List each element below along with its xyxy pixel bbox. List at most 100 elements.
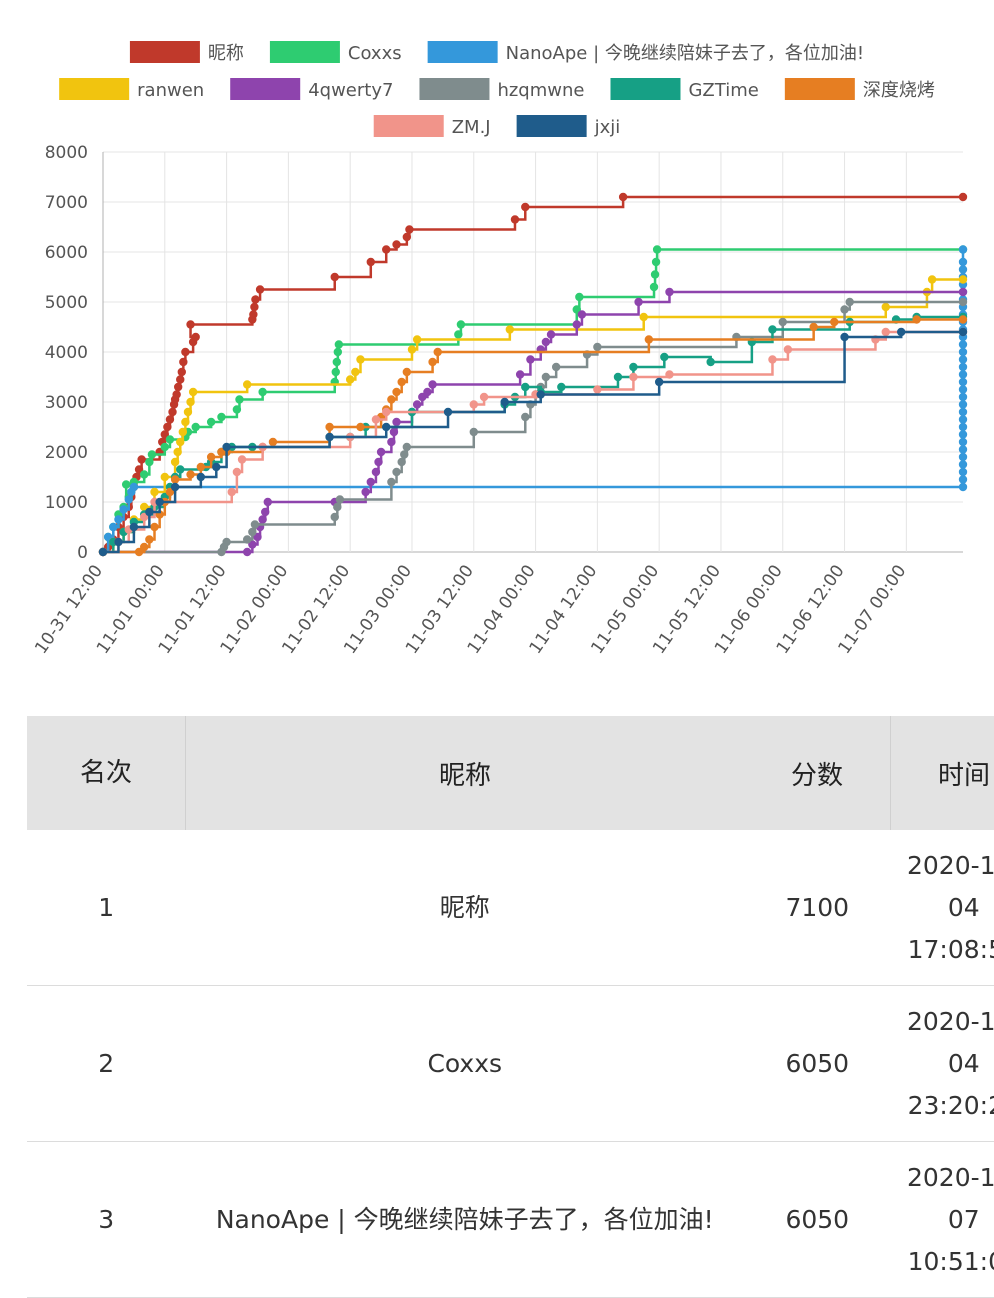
series-point <box>150 523 158 531</box>
series-point <box>228 488 236 496</box>
series-point <box>521 203 529 211</box>
series-point <box>846 298 854 306</box>
series-point <box>959 400 967 408</box>
series-point <box>629 363 637 371</box>
series-point <box>256 285 264 293</box>
rank-cell: 2 <box>27 986 186 1142</box>
series-point <box>959 468 967 476</box>
series-point <box>660 353 668 361</box>
series-point <box>959 430 967 438</box>
legend-label: GZTime <box>688 80 758 101</box>
series-point <box>161 443 169 451</box>
legend-label: NanoApe | 今晚继续陪妹子去了，各位加油! <box>506 43 864 64</box>
series-point <box>186 398 194 406</box>
series-point <box>261 508 269 516</box>
legend-label: 深度烧烤 <box>863 80 935 101</box>
series-point <box>614 373 622 381</box>
series-point <box>959 340 967 348</box>
series-point <box>526 355 534 363</box>
series-point <box>500 398 508 406</box>
series-point <box>145 508 153 516</box>
legend-swatch <box>270 41 340 63</box>
series-point <box>405 225 413 233</box>
series-point <box>480 393 488 401</box>
series-point <box>335 340 343 348</box>
series-point <box>166 415 174 423</box>
y-tick-label: 0 <box>77 543 88 563</box>
legend-label: jxji <box>594 117 621 138</box>
series-point <box>593 385 601 393</box>
series-point <box>176 465 184 473</box>
series-point <box>470 400 478 408</box>
series-point <box>652 258 660 266</box>
series-point <box>233 405 241 413</box>
series-point <box>537 390 545 398</box>
series-point <box>217 413 225 421</box>
series-point <box>382 408 390 416</box>
series-point <box>809 323 817 331</box>
series-point <box>830 318 838 326</box>
series-point <box>392 388 400 396</box>
series-point <box>511 215 519 223</box>
series-point <box>336 495 344 503</box>
series-point <box>882 328 890 336</box>
y-tick-label: 1000 <box>45 493 88 513</box>
score-cell: 6050 <box>744 1142 891 1298</box>
series-point <box>325 433 333 441</box>
series-point <box>356 423 364 431</box>
score-cell: 6050 <box>744 986 891 1142</box>
series-point <box>155 498 163 506</box>
series-point <box>397 458 405 466</box>
series-point <box>374 458 382 466</box>
series-point <box>959 475 967 483</box>
rank-cell: 1 <box>27 830 186 986</box>
series-point <box>235 395 243 403</box>
series-point <box>331 513 339 521</box>
series-point <box>130 523 138 531</box>
series-point <box>655 378 663 386</box>
series-line-5 <box>103 302 963 552</box>
series-point <box>413 400 421 408</box>
series-point <box>346 375 354 383</box>
header-score: 分数 <box>744 716 891 830</box>
series-point <box>454 330 462 338</box>
series-point <box>665 288 673 296</box>
series-point <box>640 313 648 321</box>
series-point <box>959 258 967 266</box>
series-point <box>470 428 478 436</box>
name-cell: Coxxs <box>186 986 745 1142</box>
series-point <box>959 265 967 273</box>
series-point <box>351 368 359 376</box>
series-point <box>959 275 967 283</box>
series-point <box>382 423 390 431</box>
series-point <box>249 310 257 318</box>
series-point <box>959 348 967 356</box>
series-point <box>547 330 555 338</box>
series-point <box>197 463 205 471</box>
series-point <box>145 458 153 466</box>
series-point <box>403 233 411 241</box>
y-tick-label: 7000 <box>45 193 88 213</box>
series-point <box>552 363 560 371</box>
legend-swatch <box>517 115 587 137</box>
series-point <box>959 483 967 491</box>
series-point <box>189 388 197 396</box>
series-line-8 <box>103 332 963 552</box>
legend-label: hzqmwne <box>497 80 584 101</box>
y-tick-label: 4000 <box>45 343 88 363</box>
legend-swatch <box>785 78 855 100</box>
series-point <box>629 373 637 381</box>
series-point <box>367 478 375 486</box>
series-point <box>191 423 199 431</box>
series-point <box>332 368 340 376</box>
legend-swatch <box>130 41 200 63</box>
series-point <box>372 468 380 476</box>
series-point <box>248 528 256 536</box>
y-tick-label: 2000 <box>45 443 88 463</box>
series-point <box>619 193 627 201</box>
series-point <box>163 423 171 431</box>
series-point <box>706 358 714 366</box>
series-point <box>250 303 258 311</box>
time-cell: 2020-11-04 17:08:52 <box>891 830 994 986</box>
series-point <box>959 423 967 431</box>
